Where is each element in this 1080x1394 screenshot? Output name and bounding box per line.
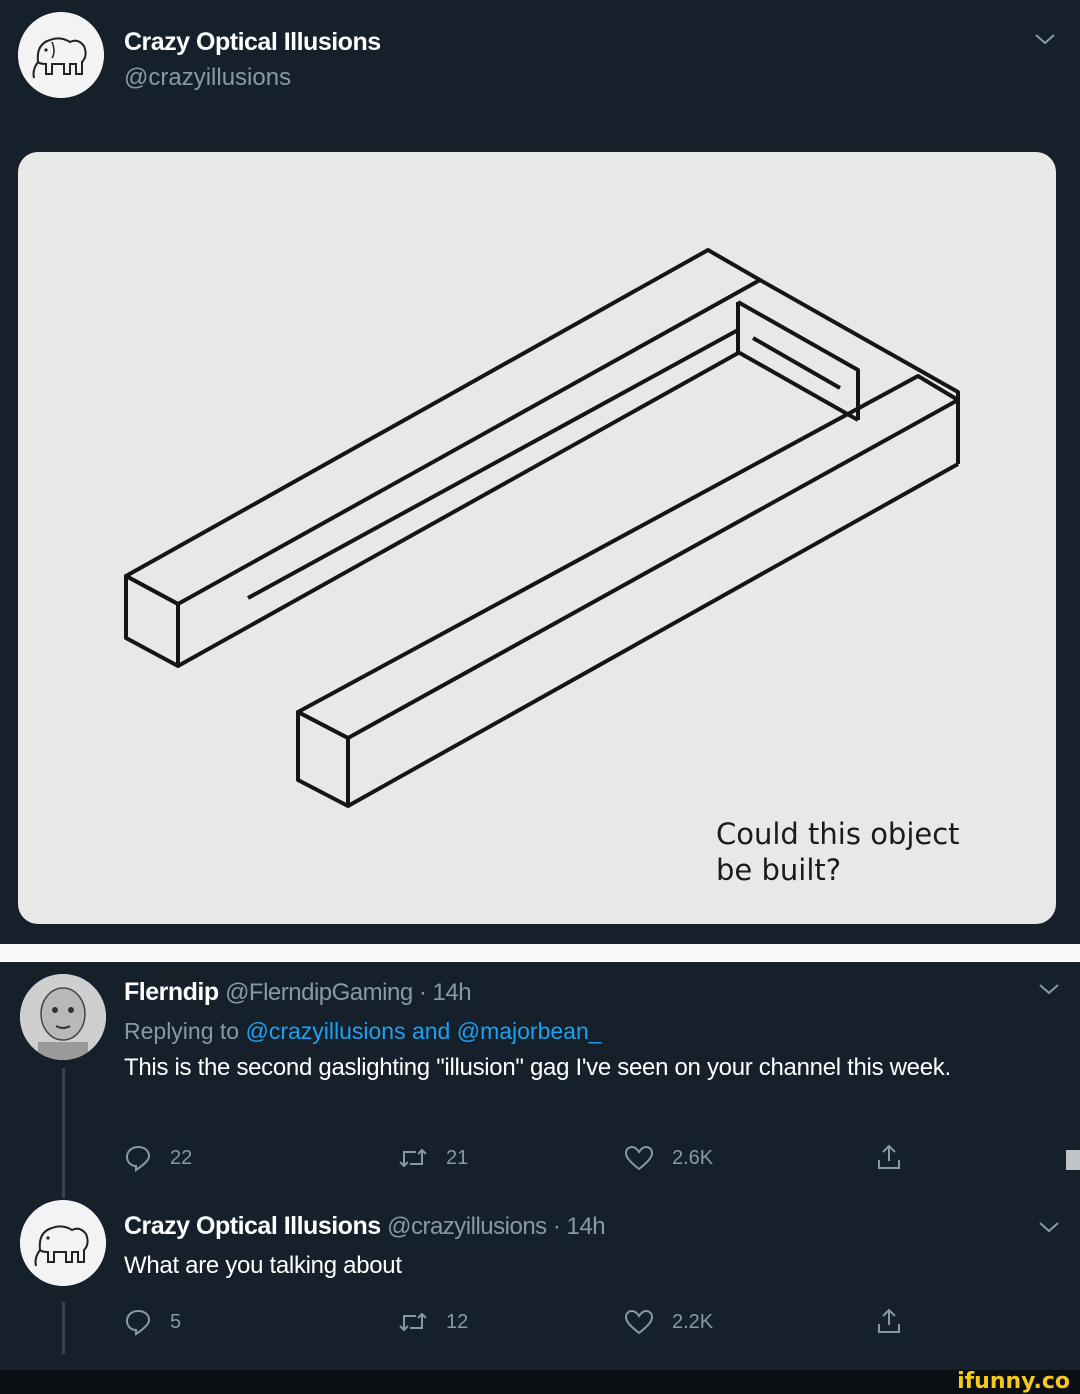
retweet-icon	[399, 1148, 427, 1168]
replies-panel: Flerndip @FlerndipGaming · 14h Replying …	[0, 962, 1080, 1370]
bottom-strip	[0, 1370, 1080, 1394]
tweet-image[interactable]: Could this object be built?	[18, 152, 1056, 924]
elephant-logo-icon	[20, 1200, 106, 1286]
replying-to: Replying to @crazyillusions and @majorbe…	[124, 1018, 602, 1044]
original-tweet: Crazy Optical Illusions @crazyillusions	[0, 0, 1080, 944]
retweet-button[interactable]: 12	[398, 1308, 468, 1336]
reply-button[interactable]: 5	[124, 1308, 181, 1336]
watermark: ifunny.co	[957, 1369, 1070, 1394]
chevron-down-icon[interactable]	[1036, 1218, 1062, 1236]
thread-line	[62, 1068, 65, 1198]
like-button[interactable]: 2.2K	[624, 1308, 713, 1336]
reply-author-name[interactable]: Crazy Optical Illusions @crazyillusions …	[124, 1212, 606, 1241]
elephant-logo-icon	[18, 12, 104, 98]
share-button[interactable]	[874, 1306, 904, 1336]
comment-icon	[125, 1309, 151, 1336]
retweet-button[interactable]: 21	[398, 1144, 468, 1172]
divider	[0, 944, 1080, 962]
share-icon	[878, 1308, 900, 1333]
heart-icon	[624, 1309, 654, 1335]
avatar[interactable]	[20, 1200, 106, 1286]
image-caption: Could this object be built?	[716, 817, 960, 887]
reply-button[interactable]: 22	[124, 1144, 192, 1172]
author-handle[interactable]: @crazyillusions	[124, 64, 291, 92]
avatar[interactable]	[20, 974, 106, 1060]
chevron-down-icon[interactable]	[1036, 980, 1062, 998]
reply-handle-time[interactable]: @FlerndipGaming · 14h	[225, 979, 471, 1006]
reply-handle-time[interactable]: @crazyillusions · 14h	[387, 1213, 605, 1240]
like-button[interactable]: 2.6K	[624, 1144, 713, 1172]
chevron-down-icon[interactable]	[1032, 30, 1058, 48]
mention-link[interactable]: @crazyillusions and @majorbean_	[245, 1018, 601, 1044]
impossible-object-drawing	[124, 248, 960, 808]
reply-text: What are you talking about	[124, 1252, 402, 1279]
author-name[interactable]: Crazy Optical Illusions	[124, 28, 381, 57]
share-button[interactable]	[874, 1142, 904, 1172]
share-icon	[878, 1144, 900, 1169]
retweet-icon	[399, 1312, 427, 1332]
reply-text: This is the second gaslighting "illusion…	[124, 1054, 951, 1081]
scrollbar-thumb[interactable]	[1066, 1150, 1080, 1170]
avatar[interactable]	[18, 12, 104, 98]
heart-icon	[624, 1145, 654, 1171]
reply-author-name[interactable]: Flerndip @FlerndipGaming · 14h	[124, 978, 472, 1007]
baby-avatar-icon	[20, 974, 106, 1060]
comment-icon	[125, 1145, 151, 1172]
thread-line	[62, 1302, 65, 1354]
